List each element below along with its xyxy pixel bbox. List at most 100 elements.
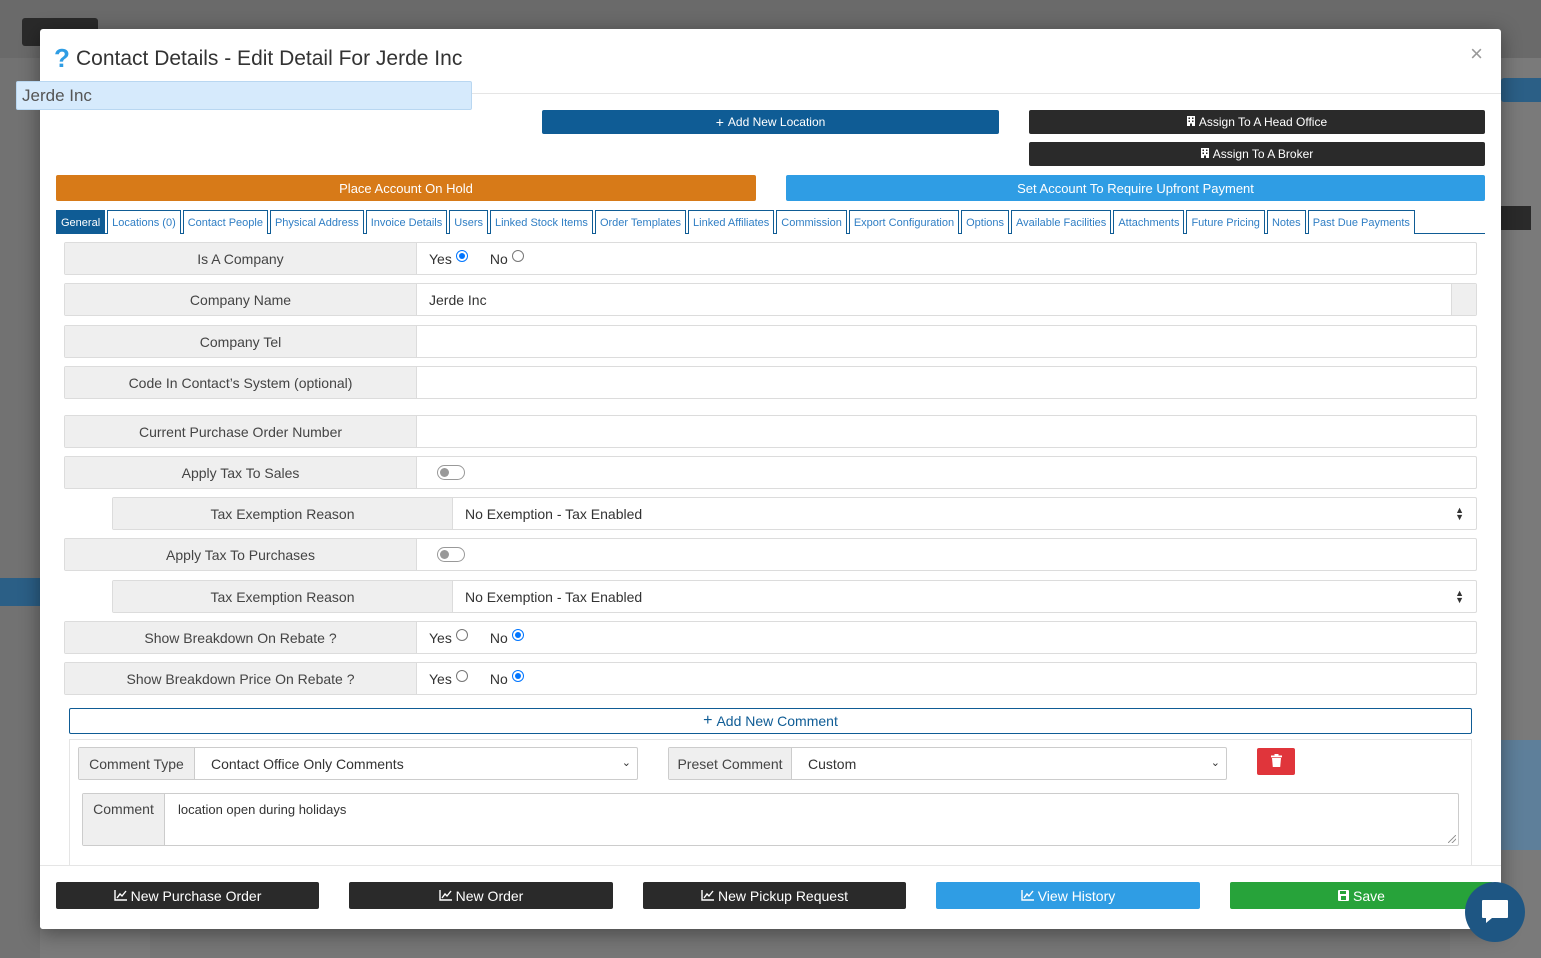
view-history-button[interactable]: View History: [936, 882, 1200, 909]
background-sidebar-active-item: [0, 578, 40, 606]
chat-icon: [1480, 897, 1510, 928]
tax-exemption-sales-select[interactable]: No Exemption - Tax Enabled: [465, 498, 1465, 529]
field-label: Current Purchase Order Number: [65, 416, 417, 447]
comment-type-group: Comment Type Contact Office Only Comment…: [78, 747, 638, 780]
company-name-input[interactable]: Jerde Inc: [429, 284, 1451, 315]
field-label: Show Breakdown On Rebate ?: [65, 622, 417, 653]
tab-attachments[interactable]: Attachments: [1113, 210, 1185, 234]
code-in-system-row: Code In Contact’s System (optional): [64, 366, 1477, 399]
new-purchase-order-button[interactable]: New Purchase Order: [56, 882, 319, 909]
breakdown-rebate-row: Show Breakdown On Rebate ? Yes No: [64, 621, 1477, 654]
breakdown-price-rebate-yes-option[interactable]: Yes: [429, 669, 468, 687]
line-chart-icon: [701, 888, 715, 904]
line-chart-icon: [438, 888, 452, 904]
resize-grip-icon[interactable]: [1448, 835, 1456, 843]
comment-textarea[interactable]: location open during holidays: [178, 802, 346, 817]
field-label: Apply Tax To Purchases: [65, 539, 417, 570]
background-table-row: [150, 928, 1450, 958]
tab-linked-stock-items[interactable]: Linked Stock Items: [490, 210, 593, 234]
assign-broker-label: Assign To A Broker: [1212, 147, 1314, 161]
tab-general[interactable]: General: [56, 210, 106, 234]
add-new-comment-label: Add New Comment: [716, 713, 838, 729]
background-sidebar: [0, 58, 40, 958]
company-tel-input[interactable]: [429, 326, 1469, 357]
place-account-on-hold-button[interactable]: Place Account On Hold: [56, 175, 756, 201]
add-new-location-button[interactable]: + Add New Location: [542, 110, 999, 134]
comment-type-select[interactable]: Contact Office Only Comments: [195, 748, 637, 779]
apply-tax-sales-toggle[interactable]: [437, 465, 465, 480]
radio-label: No: [489, 670, 508, 687]
add-new-comment-button[interactable]: + Add New Comment: [69, 708, 1472, 734]
building-icon: [1186, 115, 1195, 129]
tab-options[interactable]: Options: [961, 210, 1010, 234]
tax-exemption-purchases-select[interactable]: No Exemption - Tax Enabled: [465, 581, 1465, 612]
modal-title: Contact Details - Edit Detail For Jerde …: [76, 47, 463, 70]
delete-comment-button[interactable]: [1257, 748, 1295, 775]
field-label: Apply Tax To Sales: [65, 457, 417, 488]
breakdown-rebate-yes-radio[interactable]: [455, 628, 468, 641]
tab-invoice-details[interactable]: Invoice Details: [365, 210, 448, 234]
tab-available-facilities[interactable]: Available Facilities: [1011, 210, 1112, 234]
breakdown-price-rebate-yes-radio[interactable]: [455, 669, 468, 682]
tax-exemption-purchases-row: Tax Exemption Reason No Exemption - Tax …: [112, 580, 1477, 613]
close-icon[interactable]: ×: [1470, 41, 1483, 67]
field-label: Tax Exemption Reason: [113, 581, 453, 612]
apply-tax-sales-row: Apply Tax To Sales: [64, 456, 1477, 489]
preset-comment-select[interactable]: Custom: [792, 748, 1226, 779]
trash-icon: [1270, 753, 1282, 770]
tab-future-pricing[interactable]: Future Pricing: [1186, 210, 1265, 234]
company-name-addon[interactable]: [1451, 284, 1476, 315]
breakdown-price-rebate-row: Show Breakdown Price On Rebate ? Yes No: [64, 662, 1477, 695]
code-in-system-input[interactable]: [429, 367, 1469, 398]
tab-linked-affiliates[interactable]: Linked Affiliates: [688, 210, 775, 234]
floppy-disk-icon: [1338, 888, 1350, 904]
is-company-no-option[interactable]: No: [490, 249, 524, 267]
contact-name-input[interactable]: [16, 81, 472, 110]
is-company-yes-option[interactable]: Yes: [429, 249, 468, 267]
save-button[interactable]: Save: [1230, 882, 1493, 909]
breakdown-rebate-no-option[interactable]: No: [490, 628, 524, 646]
assign-broker-button[interactable]: Assign To A Broker: [1029, 142, 1485, 166]
breakdown-rebate-no-radio[interactable]: [511, 628, 524, 641]
breakdown-price-rebate-no-radio[interactable]: [511, 669, 524, 682]
help-icon[interactable]: ?: [54, 43, 70, 74]
tab-notes[interactable]: Notes: [1266, 210, 1306, 234]
apply-tax-purchases-toggle[interactable]: [437, 547, 465, 562]
breakdown-rebate-yes-option[interactable]: Yes: [429, 628, 468, 646]
tab-users[interactable]: Users: [449, 210, 488, 234]
tab-commission[interactable]: Commission: [776, 210, 847, 234]
background-dark-button: [1501, 206, 1531, 230]
tab-locations-0[interactable]: Locations (0): [107, 210, 181, 234]
select-caret-icon: ▲ ▼: [1455, 588, 1464, 605]
apply-tax-purchases-row: Apply Tax To Purchases: [64, 538, 1477, 571]
breakdown-rebate-radio-group: Yes No: [429, 622, 524, 653]
tab-past-due-payments[interactable]: Past Due Payments: [1307, 210, 1415, 234]
new-order-button[interactable]: New Order: [349, 882, 613, 909]
comment-textarea-group: Comment location open during holidays: [82, 793, 1459, 846]
line-chart-icon: [1021, 888, 1034, 904]
is-company-yes-radio[interactable]: [455, 249, 468, 262]
assign-head-office-button[interactable]: Assign To A Head Office: [1029, 110, 1485, 134]
require-upfront-payment-button[interactable]: Set Account To Require Upfront Payment: [786, 175, 1485, 201]
plus-icon: +: [703, 712, 713, 729]
chat-widget-button[interactable]: [1465, 882, 1525, 942]
chevron-down-icon: ⌄: [1210, 757, 1220, 769]
comment-type-label: Comment Type: [79, 748, 195, 779]
tab-export-configuration[interactable]: Export Configuration: [848, 210, 960, 234]
company-name-row: Company Name Jerde Inc: [64, 283, 1477, 316]
background-panel: [1501, 740, 1541, 850]
current-po-input[interactable]: [429, 416, 1469, 447]
radio-label: Yes: [429, 250, 452, 267]
add-new-location-label: Add New Location: [727, 115, 826, 129]
company-tel-row: Company Tel: [64, 325, 1477, 358]
save-label: Save: [1353, 887, 1385, 904]
is-company-radio-group: Yes No: [429, 243, 524, 274]
breakdown-price-rebate-no-option[interactable]: No: [489, 669, 524, 687]
tab-physical-address[interactable]: Physical Address: [269, 210, 364, 234]
is-company-no-radio[interactable]: [511, 249, 524, 262]
tab-contact-people[interactable]: Contact People: [182, 210, 268, 234]
new-pickup-request-button[interactable]: New Pickup Request: [643, 882, 906, 909]
new-order-label: New Order: [455, 887, 524, 904]
comment-label: Comment: [83, 794, 165, 845]
tab-order-templates[interactable]: Order Templates: [594, 210, 687, 234]
